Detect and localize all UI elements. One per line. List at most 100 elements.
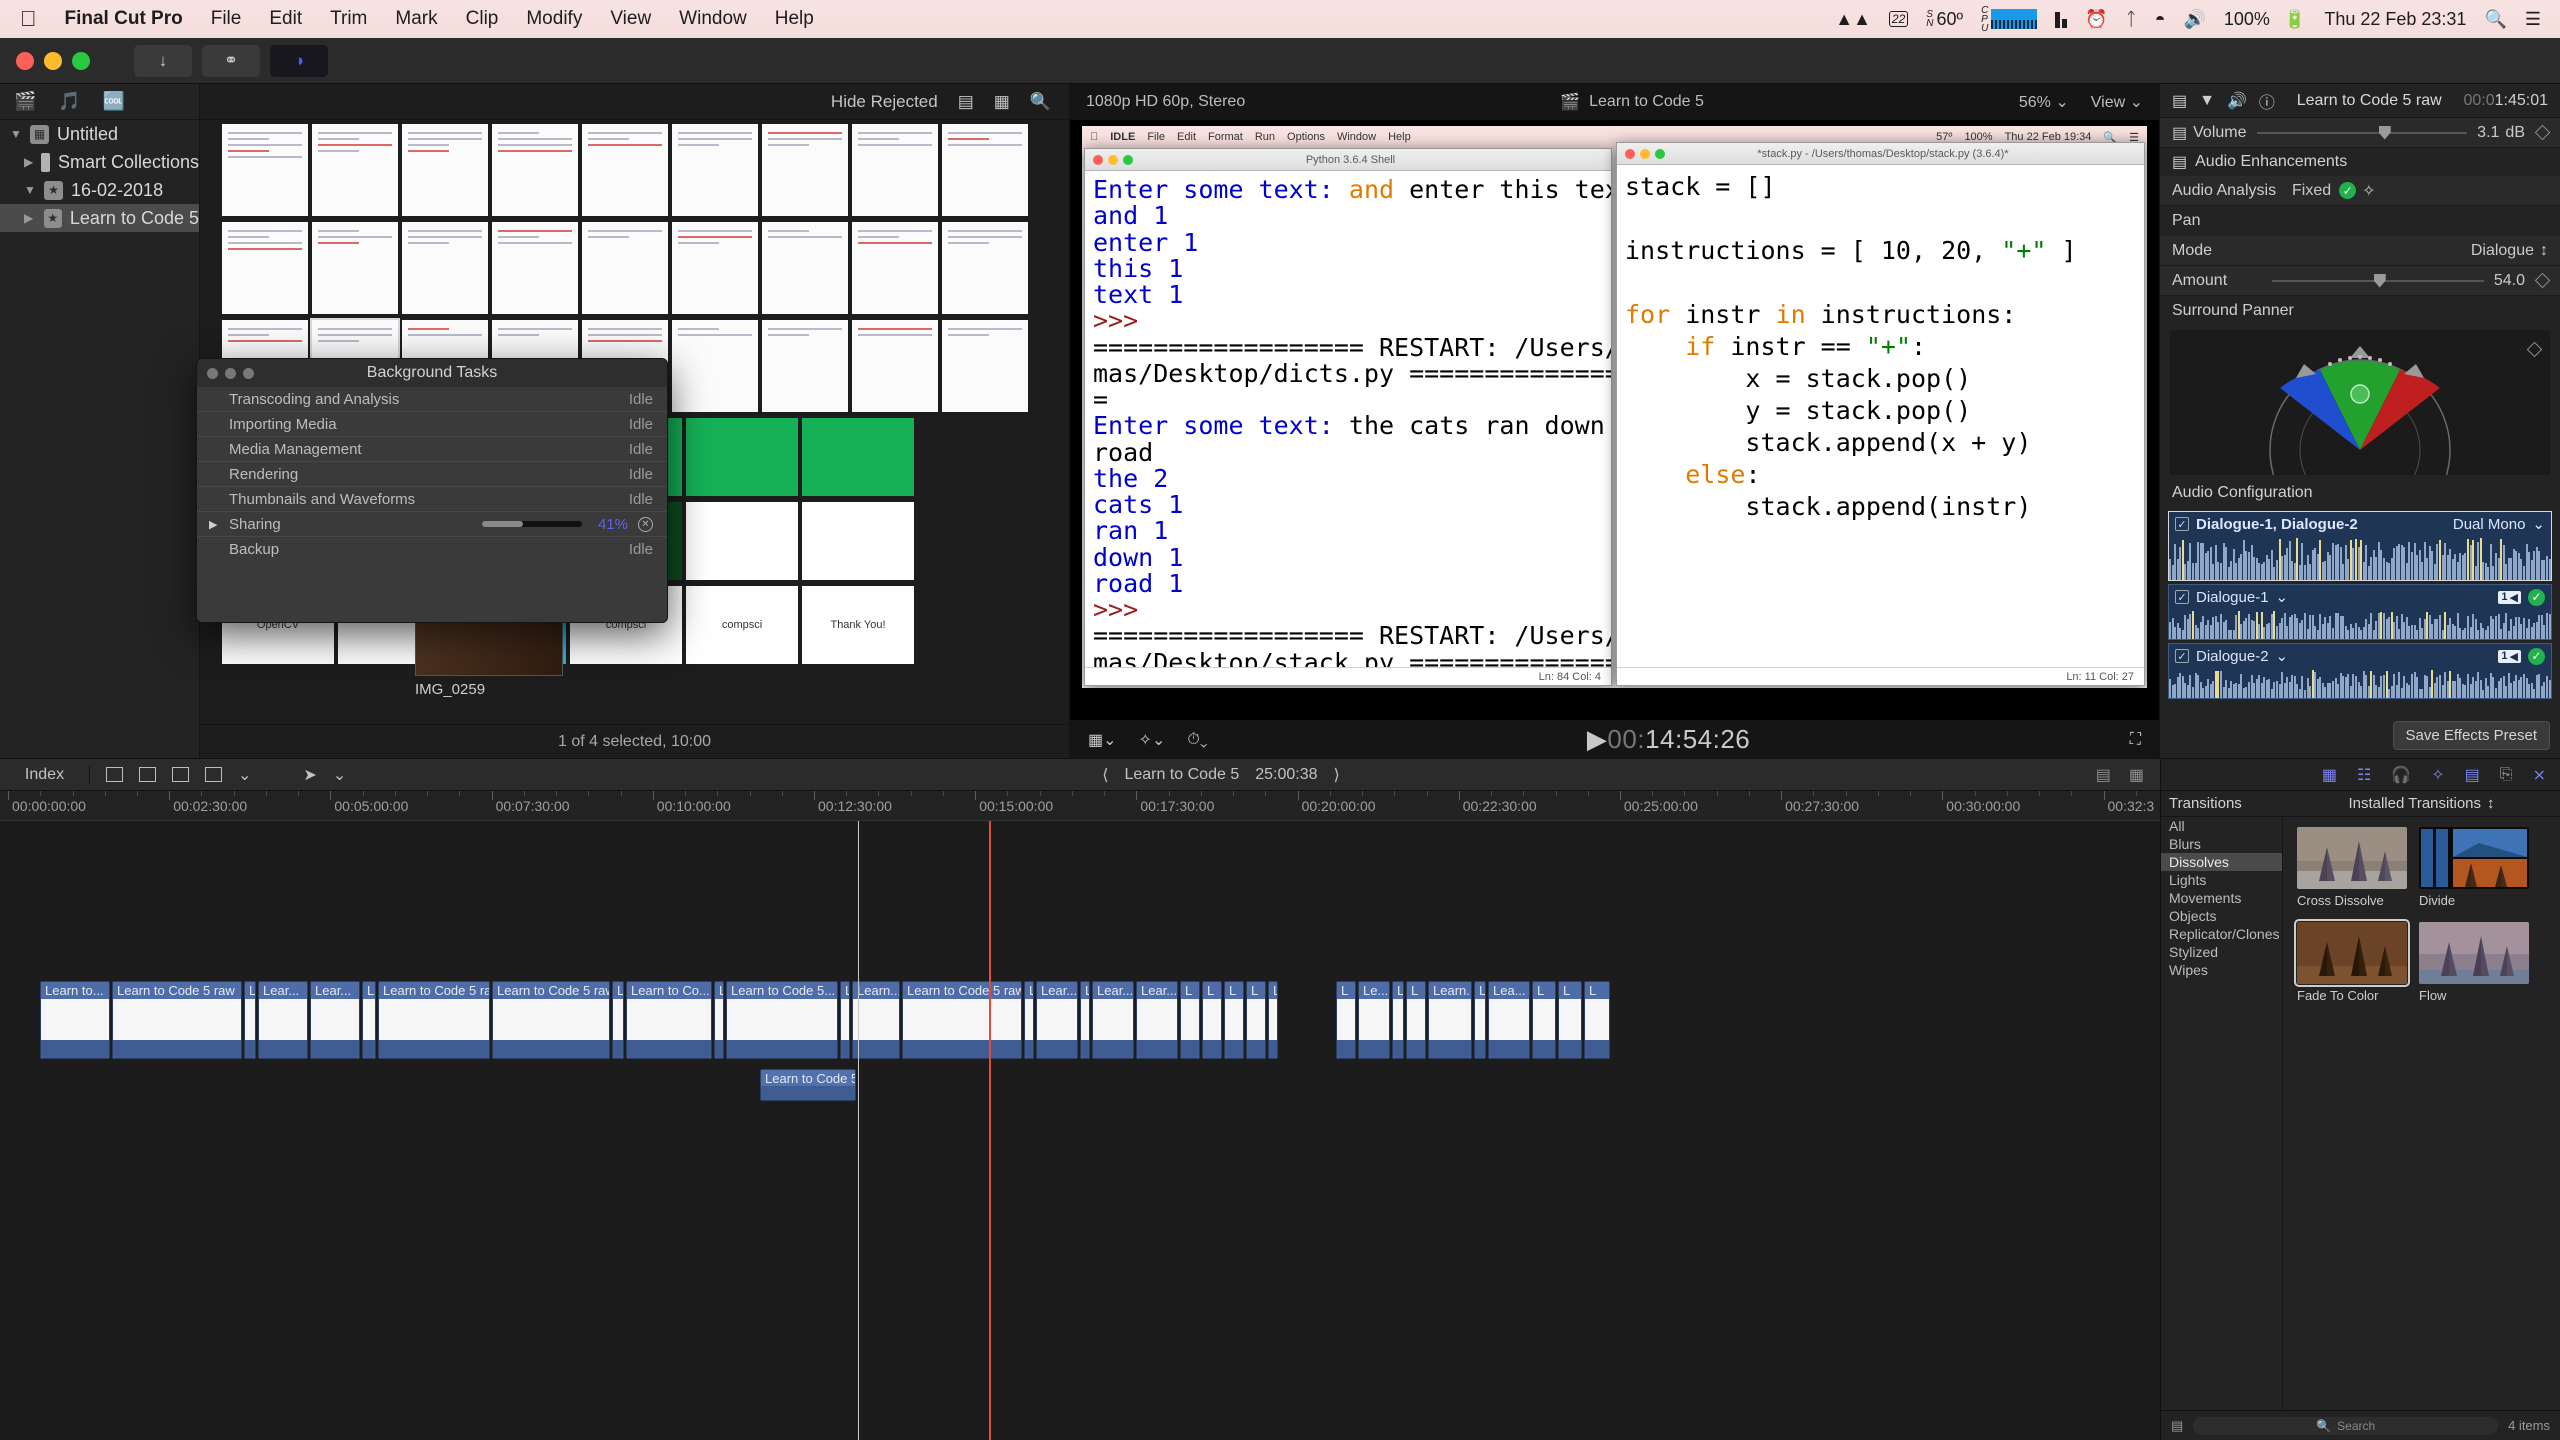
transition-thumbnail-fade-to-color[interactable]	[2294, 919, 2410, 987]
apple-logo-icon[interactable]: 	[20, 8, 37, 30]
menu-window[interactable]: Window	[665, 8, 761, 30]
timeline-clip-height-icon[interactable]: ▦	[2129, 765, 2144, 785]
timeline-clip[interactable]: Learn to Co...	[626, 981, 712, 1059]
clip-thumbnail[interactable]	[312, 222, 398, 314]
overwrite-edit-icon[interactable]	[205, 767, 222, 782]
menu-clip[interactable]: Clip	[452, 8, 513, 30]
lane-checkbox[interactable]: ✓	[2175, 649, 2189, 663]
lane-checkbox[interactable]: ✓	[2175, 517, 2189, 531]
clip-thumbnail[interactable]	[852, 320, 938, 412]
timeline-clip[interactable]: Lear...	[1136, 981, 1178, 1059]
battery-percent[interactable]: 100%	[2215, 9, 2279, 30]
transitions-category-wipes[interactable]: Wipes	[2161, 961, 2282, 979]
viewer-zoom-dropdown[interactable]: 56% ⌄	[2019, 92, 2069, 112]
timeline-clip[interactable]: Learn...	[1428, 981, 1472, 1059]
chevron-down-icon[interactable]: ⌄	[2276, 588, 2289, 606]
transitions-category-all[interactable]: All	[2161, 817, 2282, 835]
chevron-down-icon[interactable]: ⌄	[2276, 647, 2289, 665]
temperature-icon[interactable]: S N 60º	[1917, 9, 1972, 30]
clip-thumbnail[interactable]	[312, 124, 398, 216]
expand-triangle-icon[interactable]: ▶	[209, 518, 217, 531]
clip-thumbnail[interactable]	[222, 124, 308, 216]
timeline-connected-clip[interactable]: Learn to Code 5...	[760, 1069, 856, 1101]
clip-thumbnail[interactable]	[492, 222, 578, 314]
clip-thumbnail[interactable]	[672, 320, 758, 412]
timeline-clip[interactable]: Learn to Code 5 raw	[492, 981, 610, 1059]
menu-trim[interactable]: Trim	[316, 8, 381, 30]
titles-generators-icon[interactable]: 🆒	[103, 91, 125, 112]
cancel-task-button[interactable]: ✕	[638, 516, 653, 532]
clip-thumbnail[interactable]	[802, 418, 914, 496]
timeline-appearance-icon[interactable]: ▤	[2096, 765, 2111, 785]
timeline-clip[interactable]: L	[1024, 981, 1034, 1059]
volume-value[interactable]: 3.1	[2477, 124, 2499, 142]
clock-datetime[interactable]: Thu 22 Feb 23:31	[2315, 9, 2475, 30]
clip-thumbnail[interactable]	[802, 502, 914, 580]
transitions-category-stylized[interactable]: Stylized	[2161, 943, 2282, 961]
section-toggle-icon[interactable]: ▤	[2172, 152, 2187, 172]
memory-monitor-icon[interactable]	[2046, 10, 2076, 28]
transition-item[interactable]: Flow	[2419, 922, 2529, 1003]
viewer-fullscreen-icon[interactable]: ⛶	[2130, 731, 2141, 749]
thumbnail-size-icon[interactable]: ▤	[2171, 1418, 2183, 1434]
clip-thumbnail[interactable]	[672, 124, 758, 216]
transition-thumbnail-cross-dissolve[interactable]	[2297, 827, 2407, 889]
disclosure-triangle-icon[interactable]: ▼	[10, 127, 22, 141]
timeline-clip[interactable]: L	[1392, 981, 1404, 1059]
transition-thumbnail-divide[interactable]	[2419, 827, 2529, 889]
sidebar-item-smart-collections[interactable]: ▶ Smart Collections	[0, 148, 199, 176]
background-task-row-sharing[interactable]: ▶ Sharing 41% ✕	[197, 512, 667, 537]
minimize-button[interactable]	[225, 367, 236, 379]
clip-thumbnail[interactable]	[942, 222, 1028, 314]
transitions-browser-icon[interactable]: ⨯	[2533, 765, 2546, 785]
viewer-timecode[interactable]: ▶00:14:54:26	[1229, 724, 2107, 755]
clip-thumbnail[interactable]	[402, 222, 488, 314]
transition-item[interactable]: Divide	[2419, 827, 2529, 908]
transitions-category-dissolves[interactable]: Dissolves	[2161, 853, 2282, 871]
surround-panner-widget[interactable]	[2170, 330, 2550, 541]
python-shell-window[interactable]: Python 3.6.4 Shell Enter some text: and …	[1084, 148, 1612, 686]
sidebar-item-untitled[interactable]: ▼ ▦ Untitled	[0, 120, 199, 148]
timeline-clip[interactable]: Learn...	[852, 981, 900, 1059]
clip-thumbnail[interactable]	[762, 320, 848, 412]
timeline-clip[interactable]: L	[1180, 981, 1200, 1059]
timeline-clip[interactable]: Lea...	[1488, 981, 1530, 1059]
calendar-icon[interactable]: 22	[1880, 11, 1917, 27]
timeline-clip[interactable]: L	[612, 981, 624, 1059]
viewer-canvas[interactable]:  IDLE File Edit Format Run Options Wind…	[1070, 120, 2159, 720]
clip-appearance-icon[interactable]: ▦	[2322, 765, 2337, 785]
timeline-clip[interactable]: Lear...	[258, 981, 308, 1059]
info-inspector-tab-icon[interactable]: ⓘ	[2259, 89, 2275, 113]
pan-mode-value[interactable]: Dialogue	[2471, 242, 2534, 260]
clip-thumbnail[interactable]	[942, 124, 1028, 216]
disclosure-triangle-icon[interactable]: ▶	[24, 211, 36, 225]
transitions-category-objects[interactable]: Objects	[2161, 907, 2282, 925]
auto-enhance-icon[interactable]: ✧	[2362, 181, 2375, 201]
transitions-search-input[interactable]: 🔍 Search	[2193, 1416, 2499, 1435]
menu-modify[interactable]: Modify	[512, 8, 596, 30]
connect-edit-icon[interactable]	[172, 767, 189, 782]
keyword-editor-button[interactable]: ⚭	[202, 44, 260, 77]
menu-help[interactable]: Help	[761, 8, 828, 30]
clip-thumbnail[interactable]	[762, 124, 848, 216]
insert-edit-icon[interactable]	[139, 767, 156, 782]
timeline-clip[interactable]: Learn to Code 5 raw	[112, 981, 242, 1059]
audio-analysis-row[interactable]: Audio Analysis Fixed ✓ ✧	[2160, 176, 2560, 206]
timeline-clip[interactable]: Lear...	[244, 981, 256, 1059]
list-view-icon[interactable]: ▤	[958, 92, 974, 112]
disclosure-triangle-icon[interactable]: ▶	[24, 155, 33, 169]
transitions-category-movements[interactable]: Movements	[2161, 889, 2282, 907]
pan-keyframe-button[interactable]	[2534, 272, 2551, 289]
timeline-clip[interactable]: Learn to Code 5 raw	[378, 981, 490, 1059]
close-window-button[interactable]	[16, 51, 34, 70]
volume-row[interactable]: ▤ Volume 3.1 dB	[2160, 118, 2560, 148]
timeline-clip[interactable]: L	[1246, 981, 1266, 1059]
background-task-row[interactable]: Transcoding and Analysis Idle	[197, 387, 667, 412]
bluetooth-icon[interactable]: ᛏ	[2117, 9, 2146, 30]
skimmer[interactable]	[858, 821, 859, 1440]
chevron-updown-icon[interactable]: ↕	[2540, 242, 2548, 260]
clip-thumbnail[interactable]	[402, 124, 488, 216]
python-editor-code[interactable]: stack = [] instructions = [ 10, 20, "+" …	[1617, 165, 2144, 667]
pan-mode-row[interactable]: Mode Dialogue ↕	[2160, 236, 2560, 266]
timeline-clip[interactable]: L	[1080, 981, 1090, 1059]
